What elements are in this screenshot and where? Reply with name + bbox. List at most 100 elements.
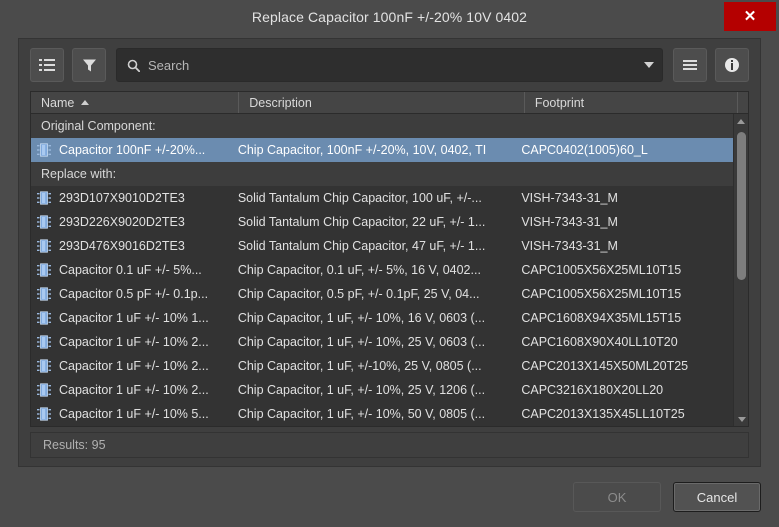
close-button[interactable]: ✕ [724, 2, 776, 31]
title-bar: Replace Capacitor 100nF +/-20% 10V 0402 … [0, 0, 779, 33]
cell-name-text: Capacitor 1 uF +/- 10% 2... [59, 359, 209, 373]
cell-footprint: CAPC1005X56X25ML10T15 [521, 263, 733, 277]
column-header-footprint-label: Footprint [535, 96, 584, 110]
results-table: Name Description Footprint Original Comp… [30, 91, 749, 427]
vertical-scrollbar[interactable] [733, 114, 748, 426]
cell-name: Capacitor 1 uF +/- 10% 2... [31, 383, 238, 397]
list-icon [39, 58, 55, 72]
table-row[interactable]: Capacitor 1 uF +/- 10% 2... Chip Capacito… [31, 354, 733, 378]
table-group-header: Original Component: [31, 114, 733, 138]
cell-description: Chip Capacitor, 1 uF, +/- 10%, 16 V, 060… [238, 311, 522, 325]
table-row[interactable]: Capacitor 1 uF +/- 10% 2...Chip Capacito… [31, 330, 733, 354]
cell-description: Chip Capacitor, 100nF +/-20%, 10V, 0402,… [238, 143, 522, 157]
table-row[interactable]: Capacitor 0.1 uF +/- 5%... Chip Capacitor… [31, 258, 733, 282]
table-row[interactable]: 293D476X9016D2TE3Solid Tantalum Chip Cap… [31, 234, 733, 258]
info-button[interactable] [715, 48, 749, 82]
cell-name-text: Capacitor 1 uF +/- 10% 5... [59, 407, 209, 421]
scroll-up-button[interactable] [734, 114, 748, 128]
cell-name-text: Capacitor 0.1 uF +/- 5%... [59, 263, 202, 277]
cell-name-text: Capacitor 1 uF +/- 10% 2... [59, 383, 209, 397]
table-rows: Original Component:Capacitor 100nF +/-20… [31, 114, 733, 426]
component-ic-icon [37, 239, 51, 253]
dialog-footer: OK Cancel [0, 467, 779, 527]
funnel-icon [82, 58, 97, 73]
close-icon: ✕ [744, 9, 757, 24]
cell-name: Capacitor 1 uF +/- 10% 5... [31, 407, 238, 421]
cell-name: Capacitor 1 uF +/- 10% 1... [31, 311, 238, 325]
cell-name: Capacitor 1 uF +/- 10% 2... [31, 359, 238, 373]
cell-name: Capacitor 100nF +/-20%... [31, 143, 238, 157]
cell-name-text: 293D107X9010D2TE3 [59, 191, 185, 205]
cell-name: 293D476X9016D2TE3 [31, 239, 238, 253]
scroll-down-button[interactable] [734, 412, 748, 426]
filter-button[interactable] [72, 48, 106, 82]
component-ic-icon [37, 359, 51, 373]
component-ic-icon [37, 383, 51, 397]
cell-footprint: CAPC2013X135X45LL10T25 [521, 407, 733, 421]
table-row[interactable]: 293D107X9010D2TE3 Solid Tantalum Chip Cap… [31, 186, 733, 210]
table-row[interactable]: Capacitor 100nF +/-20%... Chip Capacitor,… [31, 138, 733, 162]
cell-description: Chip Capacitor, 1 uF, +/- 10%, 25 V, 060… [238, 335, 522, 349]
cell-name-text: Capacitor 1 uF +/- 10% 1... [59, 311, 209, 325]
cell-footprint: CAPC0402(1005)60_L [521, 143, 733, 157]
cell-footprint: CAPC3216X180X20LL20 [521, 383, 733, 397]
hamburger-icon [682, 59, 698, 71]
column-header-name[interactable]: Name [31, 92, 239, 113]
component-ic-icon [37, 311, 51, 325]
cell-footprint: VISH-7343-31_M [521, 239, 733, 253]
component-ic-icon [37, 191, 51, 205]
component-ic-icon [37, 335, 51, 349]
cell-description: Chip Capacitor, 0.1 uF, +/- 5%, 16 V, 04… [238, 263, 522, 277]
cell-description: Chip Capacitor, 0.5 pF, +/- 0.1pF, 25 V,… [238, 287, 522, 301]
cell-description: Chip Capacitor, 1 uF, +/-10%, 25 V, 0805… [238, 359, 522, 373]
table-row[interactable]: Capacitor 1 uF +/- 10% 5...Chip Capacito… [31, 402, 733, 426]
table-row[interactable]: 293D226X9020D2TE3 Solid Tantalum Chip Cap… [31, 210, 733, 234]
toolbar [19, 39, 760, 91]
chevron-down-icon[interactable] [644, 62, 654, 68]
cell-name: Capacitor 1 uF +/- 10% 2... [31, 335, 238, 349]
cell-name-text: Capacitor 100nF +/-20%... [59, 143, 205, 157]
list-view-button[interactable] [30, 48, 64, 82]
cell-footprint: VISH-7343-31_M [521, 191, 733, 205]
caret-up-icon [737, 119, 745, 124]
cell-footprint: CAPC1608X94X35ML15T15 [521, 311, 733, 325]
dialog-title: Replace Capacitor 100nF +/-20% 10V 0402 [252, 9, 527, 25]
table-body: Original Component:Capacitor 100nF +/-20… [31, 114, 748, 426]
column-header-spacer [738, 92, 748, 113]
cell-footprint: VISH-7343-31_M [521, 215, 733, 229]
cell-footprint: CAPC1005X56X25ML10T15 [521, 287, 733, 301]
ok-button[interactable]: OK [573, 482, 661, 512]
table-row[interactable]: Capacitor 1 uF +/- 10% 2...Chip Capacito… [31, 378, 733, 402]
cell-name: Capacitor 0.5 pF +/- 0.1p... [31, 287, 238, 301]
column-header-footprint[interactable]: Footprint [525, 92, 738, 113]
table-group-header: Replace with: [31, 162, 733, 186]
table-row[interactable]: Capacitor 1 uF +/- 10% 1... Chip Capacito… [31, 306, 733, 330]
content-panel: Name Description Footprint Original Comp… [18, 38, 761, 467]
cell-footprint: CAPC2013X145X50ML20T25 [521, 359, 733, 373]
cell-description: Solid Tantalum Chip Capacitor, 47 uF, +/… [238, 239, 522, 253]
column-header-name-label: Name [41, 96, 74, 110]
results-count-label: Results: 95 [43, 438, 106, 452]
replace-component-dialog: Replace Capacitor 100nF +/-20% 10V 0402 … [0, 0, 779, 527]
menu-button[interactable] [673, 48, 707, 82]
cell-description: Solid Tantalum Chip Capacitor, 22 uF, +/… [238, 215, 522, 229]
cell-name: 293D107X9010D2TE3 [31, 191, 238, 205]
component-ic-icon [37, 287, 51, 301]
column-header-description-label: Description [249, 96, 312, 110]
scrollbar-thumb[interactable] [737, 132, 746, 280]
cell-name: Capacitor 0.1 uF +/- 5%... [31, 263, 238, 277]
table-header-row: Name Description Footprint [31, 92, 748, 114]
component-ic-icon [37, 215, 51, 229]
search-input[interactable] [148, 58, 636, 73]
results-status-bar: Results: 95 [30, 432, 749, 458]
component-ic-icon [37, 143, 51, 157]
cell-name-text: Capacitor 0.5 pF +/- 0.1p... [59, 287, 208, 301]
cell-name-text: 293D226X9020D2TE3 [59, 215, 185, 229]
caret-down-icon [738, 417, 746, 422]
table-row[interactable]: Capacitor 0.5 pF +/- 0.1p... Chip Capacit… [31, 282, 733, 306]
column-header-description[interactable]: Description [239, 92, 525, 113]
cancel-button[interactable]: Cancel [673, 482, 761, 512]
cell-description: Solid Tantalum Chip Capacitor, 100 uF, +… [238, 191, 522, 205]
search-box[interactable] [116, 48, 663, 82]
sort-ascending-icon [81, 100, 89, 105]
